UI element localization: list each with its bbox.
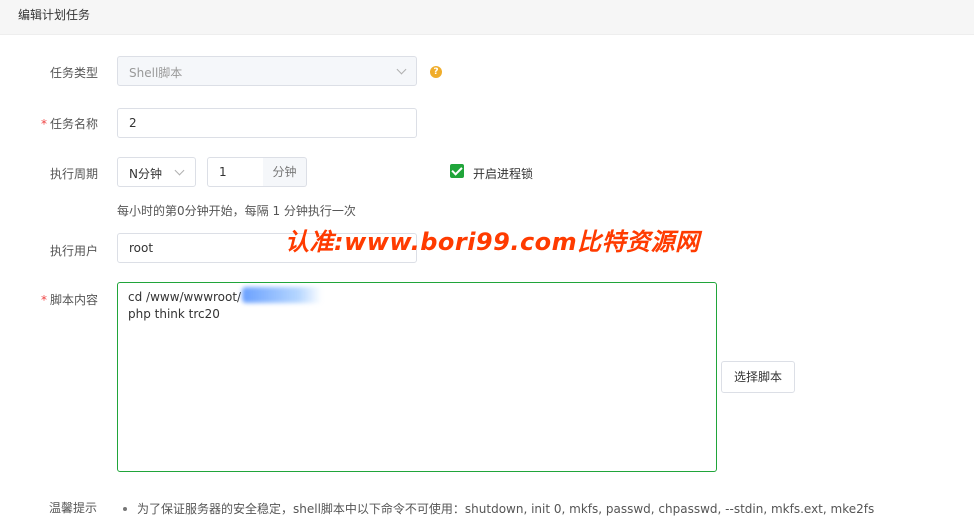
user-label: 执行用户 (49, 244, 98, 258)
task-type-select[interactable]: Shell脚本 (117, 56, 417, 86)
period-unit-value: N分钟 (129, 167, 162, 181)
watermark-text: 认准:www.bori99.com比特资源网 (285, 228, 700, 256)
task-name-value: 2 (129, 116, 137, 130)
task-type-label: 任务类型 (49, 66, 98, 80)
user-value: root (129, 241, 154, 255)
script-content-textarea[interactable]: cd /www/wwwroot/ php think trc20 (117, 282, 717, 472)
chevron-down-icon (396, 64, 407, 75)
period-label: 执行周期 (49, 167, 98, 181)
period-number-input[interactable]: 1 (207, 157, 264, 187)
choose-script-button[interactable]: 选择脚本 (721, 361, 795, 393)
period-unit-select[interactable]: N分钟 (117, 157, 196, 187)
task-type-value: Shell脚本 (129, 66, 183, 80)
redacted-path-blur (242, 287, 322, 303)
required-mark: * (40, 117, 47, 131)
period-hint: 每小时的第0分钟开始，每隔 1 分钟执行一次 (117, 204, 356, 218)
chevron-down-icon (174, 165, 185, 176)
process-lock-label[interactable]: 开启进程锁 (473, 165, 533, 182)
script-label: * 脚本内容 (40, 293, 98, 307)
dialog-title: 编辑计划任务 (18, 8, 91, 22)
tips-label: 温馨提示 (48, 501, 97, 515)
dialog-header: 编辑计划任务 (0, 0, 974, 35)
task-name-input[interactable]: 2 (117, 108, 417, 138)
period-unit-suffix: 分钟 (263, 157, 307, 187)
bullet-icon (123, 507, 127, 511)
tip-item: 为了保证服务器的安全稳定，shell脚本中以下命令不可使用：shutdown, … (137, 502, 875, 516)
required-mark: * (40, 293, 47, 307)
task-name-label: * 任务名称 (40, 117, 98, 131)
help-icon[interactable]: ? (430, 66, 442, 78)
process-lock-checkbox[interactable] (450, 164, 464, 178)
period-number-value: 1 (219, 165, 227, 179)
